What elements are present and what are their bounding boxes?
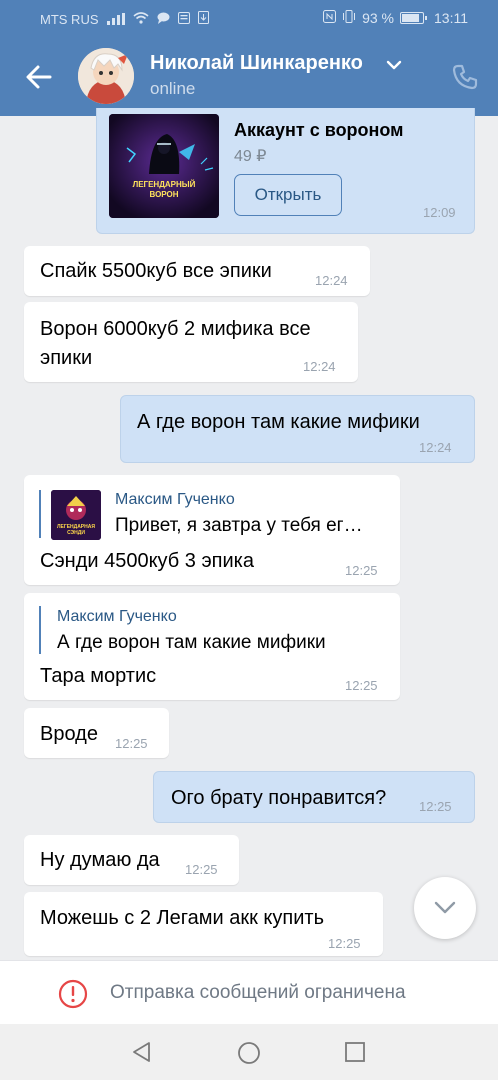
carrier-label: MTS RUS: [40, 11, 99, 27]
vibrate-icon: [342, 10, 356, 26]
quote-text: А где ворон там какие мифики: [57, 632, 326, 653]
message-text: Спайк 5500куб все эпики: [40, 260, 272, 282]
incoming-message[interactable]: Можешь с 2 Легами акк купить 12:25: [24, 892, 383, 956]
clock: 13:11: [434, 10, 468, 26]
incoming-message-with-quote[interactable]: ЛЕГЕНДАРНАЯ СЭНДИ Максим Гученко Привет,…: [24, 475, 400, 585]
warning-circle-icon: [58, 979, 88, 1014]
system-nav-bar: [0, 1024, 498, 1080]
scroll-down-button[interactable]: [414, 877, 476, 939]
quote-thumbnail-caption: ЛЕГЕНДАРНАЯ СЭНДИ: [57, 524, 95, 536]
message-time: 12:24: [315, 273, 348, 288]
quote-thumbnail[interactable]: ЛЕГЕНДАРНАЯ СЭНДИ: [51, 490, 101, 540]
incoming-message[interactable]: Спайк 5500куб все эпики 12:24: [24, 246, 370, 296]
message-time: 12:25: [185, 862, 218, 877]
message-time: 12:25: [345, 563, 378, 578]
quote-bar: [39, 490, 41, 538]
battery-percent: 93 %: [362, 10, 394, 26]
quote-author[interactable]: Максим Гученко: [57, 608, 177, 626]
message-time: 12:25: [419, 799, 452, 814]
message-text: Ого брату понравится?: [171, 787, 387, 809]
message-time: 12:24: [303, 359, 336, 374]
product-price: 49 ₽: [234, 148, 267, 165]
notice-text: Отправка сообщений ограничена: [110, 982, 406, 1003]
status-bar: MTS RUS 93 % 13:11: [0, 0, 498, 36]
chevron-down-icon: [434, 901, 456, 914]
quote-bar: [39, 606, 41, 654]
quote-text: Привет, я завтра у тебя ег…: [115, 515, 363, 536]
phone-icon[interactable]: [452, 64, 478, 95]
incoming-message-with-quote[interactable]: Максим Гученко А где ворон там какие миф…: [24, 593, 400, 700]
open-button[interactable]: Открыть: [234, 174, 342, 216]
message-text: А где ворон там какие мифики: [137, 411, 420, 433]
outgoing-message[interactable]: Ого брату понравится? 12:25: [153, 771, 475, 823]
contact-status: online: [150, 79, 196, 98]
message-time: 12:09: [423, 205, 456, 220]
back-arrow-icon[interactable]: [22, 60, 56, 94]
header-bar: MTS RUS 93 % 13:11 Николай Шинкаренко on…: [0, 0, 498, 116]
product-title[interactable]: Аккаунт с вороном: [234, 120, 404, 141]
product-image[interactable]: ЛЕГЕНДАРНЫЙ ВОРОН: [109, 114, 219, 218]
home-circle-icon[interactable]: [237, 1041, 261, 1070]
message-text-line2: эпики: [40, 347, 93, 369]
message-notification-icon: [177, 11, 190, 27]
message-text: Можешь с 2 Легами акк купить: [40, 907, 324, 929]
quote-author[interactable]: Максим Гученко: [115, 491, 235, 509]
download-notification-icon: [197, 11, 209, 27]
message-time: 12:25: [115, 736, 148, 751]
message-text: Ну думаю да: [40, 849, 160, 871]
message-time: 12:24: [419, 440, 452, 455]
product-image-caption: ЛЕГЕНДАРНЫЙ ВОРОН: [132, 180, 196, 199]
message-text: Сэнди 4500куб 3 эпика: [40, 550, 254, 572]
incoming-message[interactable]: Вроде 12:25: [24, 708, 169, 758]
message-text-line1: Ворон 6000куб 2 мифика все: [40, 318, 311, 340]
product-message[interactable]: ЛЕГЕНДАРНЫЙ ВОРОН Аккаунт с вороном 49 ₽…: [96, 108, 475, 234]
chevron-down-icon[interactable]: [386, 58, 402, 76]
wifi-icon: [132, 11, 149, 27]
recents-square-icon[interactable]: [344, 1041, 366, 1068]
message-time: 12:25: [345, 678, 378, 693]
nfc-icon: [323, 10, 337, 26]
message-time: 12:25: [328, 936, 361, 951]
avatar[interactable]: [78, 48, 134, 104]
incoming-message[interactable]: Ворон 6000куб 2 мифика все эпики 12:24: [24, 302, 358, 382]
message-text: Тара мортис: [40, 665, 157, 687]
back-triangle-icon[interactable]: [131, 1041, 153, 1068]
incoming-message[interactable]: Ну думаю да 12:25: [24, 835, 239, 885]
message-text: Вроде: [40, 723, 98, 745]
signal-icon: [106, 13, 125, 25]
contact-name[interactable]: Николай Шинкаренко: [150, 52, 363, 75]
restriction-notice: Отправка сообщений ограничена: [0, 960, 498, 1024]
battery-icon: [400, 12, 427, 24]
chat-notification-icon: [157, 12, 170, 27]
outgoing-message[interactable]: А где ворон там какие мифики 12:24: [120, 395, 475, 463]
